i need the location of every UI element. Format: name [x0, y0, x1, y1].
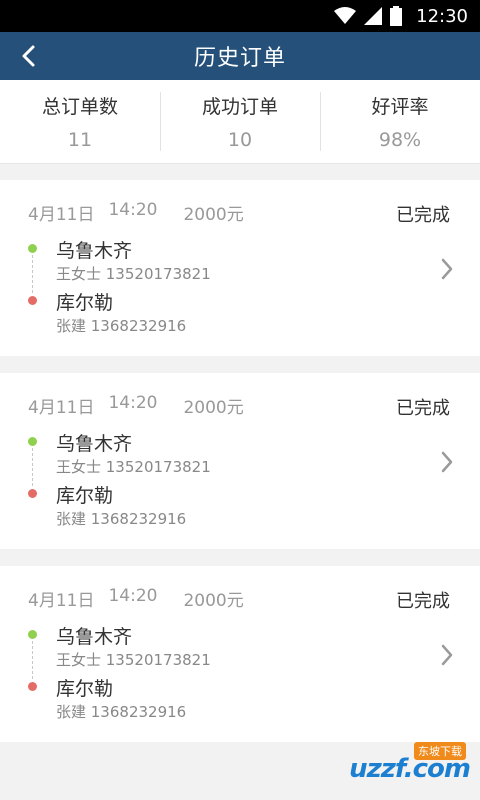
stat-value: 98% — [378, 129, 422, 151]
destination-city: 库尔勒 — [56, 485, 114, 507]
order-card[interactable]: 4月11日 14:20 2000元 已完成 乌鲁木齐 王女士 135201738… — [0, 566, 480, 742]
wifi-icon — [334, 7, 357, 25]
destination-dot-icon — [28, 489, 37, 498]
order-date: 4月11日 — [28, 591, 95, 611]
origin-contact: 王女士 13520173821 — [56, 265, 211, 283]
stat-positive-rating: 好评率 98% — [320, 80, 480, 163]
origin-contact: 王女士 13520173821 — [56, 458, 211, 476]
order-status: 已完成 — [396, 398, 450, 419]
destination-city: 库尔勒 — [56, 292, 114, 314]
order-price: 2000元 — [183, 398, 244, 418]
order-date: 4月11日 — [28, 398, 95, 418]
order-price: 2000元 — [183, 591, 244, 611]
destination-dot-icon — [28, 682, 37, 691]
page-title: 历史订单 — [193, 46, 286, 71]
order-status: 已完成 — [396, 205, 450, 226]
stat-label: 总订单数 — [41, 96, 118, 118]
chevron-right-icon — [440, 451, 454, 477]
origin-city: 乌鲁木齐 — [56, 626, 133, 648]
destination-dot-icon — [28, 296, 37, 305]
chevron-left-icon — [22, 45, 35, 67]
order-card[interactable]: 4月11日 14:20 2000元 已完成 乌鲁木齐 王女士 135201738… — [0, 180, 480, 356]
order-date: 4月11日 — [28, 205, 95, 225]
watermark-sub: 东坡下载 — [414, 742, 466, 760]
chevron-right-icon — [440, 258, 454, 284]
chevron-right-icon — [440, 644, 454, 670]
order-meta: 4月11日 14:20 2000元 — [28, 200, 244, 225]
order-time: 14:20 — [108, 200, 158, 220]
destination-city: 库尔勒 — [56, 678, 114, 700]
signal-icon — [364, 7, 383, 25]
origin-city: 乌鲁木齐 — [56, 240, 133, 262]
order-card[interactable]: 4月11日 14:20 2000元 已完成 乌鲁木齐 王女士 135201738… — [0, 373, 480, 549]
route-line — [32, 255, 33, 293]
stat-label: 好评率 — [371, 96, 429, 118]
clock: 12:30 — [416, 5, 468, 27]
stats-bar: 总订单数 11 成功订单 10 好评率 98% — [0, 80, 480, 164]
order-meta: 4月11日 14:20 2000元 — [28, 586, 244, 611]
route-line — [32, 641, 33, 679]
origin-dot-icon — [28, 244, 37, 253]
battery-icon — [390, 6, 403, 26]
stat-value: 10 — [227, 129, 253, 151]
order-price: 2000元 — [183, 205, 244, 225]
order-time: 14:20 — [108, 393, 158, 413]
status-bar: 12:30 — [0, 0, 480, 32]
watermark-logo: uzzf.com 东坡下载 — [349, 742, 471, 784]
order-list: 4月11日 14:20 2000元 已完成 乌鲁木齐 王女士 135201738… — [0, 180, 480, 742]
destination-contact: 张建 1368232916 — [56, 510, 187, 528]
back-button[interactable] — [14, 42, 42, 70]
destination-contact: 张建 1368232916 — [56, 317, 187, 335]
stat-value: 11 — [67, 129, 93, 151]
origin-dot-icon — [28, 437, 37, 446]
stat-successful-orders: 成功订单 10 — [160, 80, 320, 163]
stat-total-orders: 总订单数 11 — [0, 80, 160, 163]
route-line — [32, 448, 33, 486]
order-time: 14:20 — [108, 586, 158, 606]
destination-contact: 张建 1368232916 — [56, 703, 187, 721]
app-header: 历史订单 — [0, 32, 480, 80]
stat-label: 成功订单 — [201, 96, 278, 118]
order-meta: 4月11日 14:20 2000元 — [28, 393, 244, 418]
order-status: 已完成 — [396, 591, 450, 612]
origin-city: 乌鲁木齐 — [56, 433, 133, 455]
origin-dot-icon — [28, 630, 37, 639]
origin-contact: 王女士 13520173821 — [56, 651, 211, 669]
